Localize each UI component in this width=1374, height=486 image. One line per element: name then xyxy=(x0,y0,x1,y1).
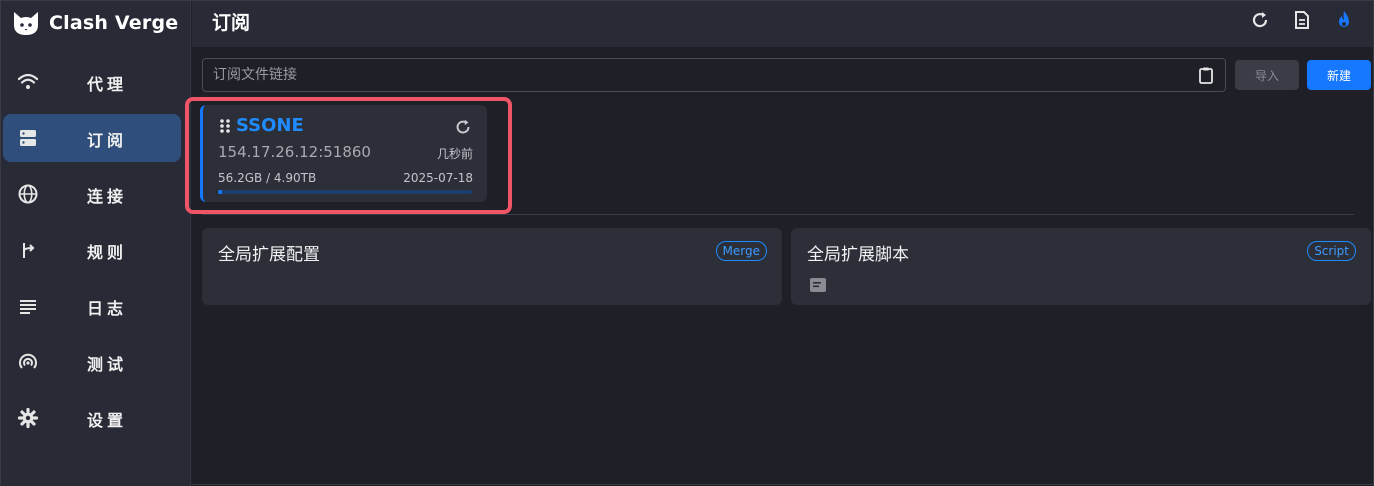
profile-host: 154.17.26.12:51860 xyxy=(218,143,371,161)
sidebar-item-rules[interactable]: 规则 xyxy=(3,226,181,274)
app-window: Clash Verge 代理 订阅 连接 规则 日志 测试 设置 订阅 订阅文件… xyxy=(0,0,1374,486)
globe-icon xyxy=(18,184,38,204)
profile-updated-time: 几秒前 xyxy=(436,147,473,161)
merge-tag: Merge xyxy=(715,241,767,261)
subscription-url-input[interactable] xyxy=(203,59,1183,91)
sidebar-item-label: 设置 xyxy=(87,411,128,430)
sidebar-item-connections[interactable]: 连接 xyxy=(3,170,181,218)
sidebar-item-subscription[interactable]: 订阅 xyxy=(3,114,181,162)
sidebar-item-label: 订阅 xyxy=(87,131,128,150)
script-card-title: 全局扩展脚本 xyxy=(807,245,909,265)
import-button[interactable]: 导入 xyxy=(1235,60,1299,90)
sidebar-item-logs[interactable]: 日志 xyxy=(3,282,181,330)
sidebar-item-label: 连接 xyxy=(87,187,128,206)
drag-handle-icon[interactable] xyxy=(219,118,231,134)
cat-logo-icon xyxy=(14,12,38,35)
profile-name: SSONE xyxy=(236,115,304,136)
script-card[interactable]: 全局扩展脚本 Script xyxy=(791,228,1371,305)
sidebar-item-label: 代理 xyxy=(87,75,128,94)
page-title: 订阅 xyxy=(212,12,251,34)
page-header: 订阅 xyxy=(192,1,1373,47)
subscription-url-field[interactable] xyxy=(202,58,1226,92)
clipboard-icon[interactable] xyxy=(1197,66,1215,84)
merge-card[interactable]: 全局扩展配置 Merge xyxy=(202,228,782,305)
divider xyxy=(202,214,1354,215)
sidebar-item-label: 测试 xyxy=(87,355,128,374)
flame-icon[interactable] xyxy=(1333,9,1355,31)
sidebar-item-settings[interactable]: 设置 xyxy=(3,394,181,442)
usage-progress-bar xyxy=(218,190,472,194)
refresh-icon[interactable] xyxy=(1249,9,1271,31)
usage-progress-fill xyxy=(218,190,222,194)
fork-icon xyxy=(23,243,35,258)
sidebar-item-label: 日志 xyxy=(87,299,128,318)
gear-icon xyxy=(17,407,39,429)
profile-card[interactable]: SSONE 154.17.26.12:51860 几秒前 56.2GB / 4.… xyxy=(200,105,487,202)
sidebar: Clash Verge 代理 订阅 连接 规则 日志 测试 设置 xyxy=(1,1,191,486)
script-tag: Script xyxy=(1307,241,1356,261)
refresh-icon[interactable] xyxy=(453,117,473,137)
sidebar-item-test[interactable]: 测试 xyxy=(3,338,181,386)
new-button[interactable]: 新建 xyxy=(1307,60,1371,90)
list-icon xyxy=(20,300,36,314)
sidebar-item-proxy[interactable]: 代理 xyxy=(3,58,181,106)
document-icon[interactable] xyxy=(1291,9,1313,31)
script-file-icon xyxy=(810,278,826,292)
merge-card-title: 全局扩展配置 xyxy=(218,245,320,265)
app-name: Clash Verge xyxy=(49,12,179,34)
radar-icon xyxy=(19,353,37,369)
profile-usage: 56.2GB / 4.90TB xyxy=(218,171,317,185)
sidebar-item-label: 规则 xyxy=(87,243,128,262)
wifi-icon xyxy=(17,73,39,89)
profile-expire-date: 2025-07-18 xyxy=(403,171,473,185)
server-icon xyxy=(20,130,36,146)
app-logo: Clash Verge xyxy=(11,7,178,39)
